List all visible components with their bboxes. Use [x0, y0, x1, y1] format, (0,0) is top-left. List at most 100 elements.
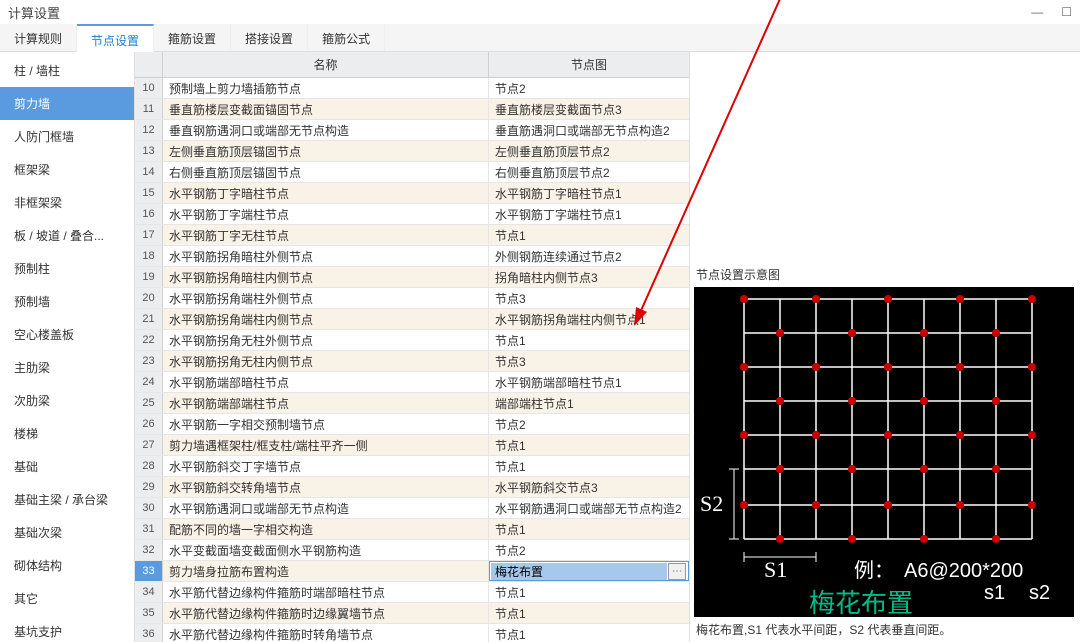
row-number: 24 — [135, 372, 163, 392]
table-row[interactable]: 29水平钢筋斜交转角墙节点水平钢筋斜交节点3 — [135, 477, 689, 498]
sidebar-item-10[interactable]: 次肋梁 — [0, 384, 134, 417]
sidebar-item-2[interactable]: 人防门框墙 — [0, 120, 134, 153]
row-node[interactable]: 节点3 — [489, 351, 689, 371]
row-node[interactable]: 节点1 — [489, 603, 689, 623]
sidebar-item-4[interactable]: 非框架梁 — [0, 186, 134, 219]
sidebar-item-7[interactable]: 预制墙 — [0, 285, 134, 318]
table-row[interactable]: 36水平筋代替边缘构件箍筋时转角墙节点节点1 — [135, 624, 689, 642]
table-row[interactable]: 16水平钢筋丁字端柱节点水平钢筋丁字端柱节点1 — [135, 204, 689, 225]
row-node[interactable]: 节点1 — [489, 456, 689, 476]
maximize-icon[interactable]: ☐ — [1061, 5, 1072, 19]
tab-2[interactable]: 箍筋设置 — [154, 24, 231, 51]
row-node[interactable]: ⋯ — [489, 561, 689, 581]
node-input[interactable] — [491, 563, 667, 580]
row-node[interactable]: 节点3 — [489, 288, 689, 308]
row-node[interactable]: 节点1 — [489, 330, 689, 350]
sidebar-item-17[interactable]: 基坑支护 — [0, 615, 134, 642]
row-name: 水平钢筋丁字无柱节点 — [163, 225, 489, 245]
row-node[interactable]: 节点1 — [489, 435, 689, 455]
tab-3[interactable]: 搭接设置 — [231, 24, 308, 51]
row-number: 35 — [135, 603, 163, 623]
row-node[interactable]: 拐角暗柱内侧节点3 — [489, 267, 689, 287]
row-node[interactable]: 水平钢筋拐角端柱内侧节点1 — [489, 309, 689, 329]
row-number: 19 — [135, 267, 163, 287]
table-row[interactable]: 17水平钢筋丁字无柱节点节点1 — [135, 225, 689, 246]
table-row[interactable]: 19水平钢筋拐角暗柱内侧节点拐角暗柱内侧节点3 — [135, 267, 689, 288]
row-node[interactable]: 节点1 — [489, 225, 689, 245]
row-number: 29 — [135, 477, 163, 497]
table-row[interactable]: 24水平钢筋端部暗柱节点水平钢筋端部暗柱节点1 — [135, 372, 689, 393]
table-row[interactable]: 26水平钢筋一字相交预制墙节点节点2 — [135, 414, 689, 435]
table-row[interactable]: 25水平钢筋端部端柱节点端部端柱节点1 — [135, 393, 689, 414]
sidebar: 柱 / 墙柱剪力墙人防门框墙框架梁非框架梁板 / 坡道 / 叠合...预制柱预制… — [0, 52, 135, 642]
sidebar-item-16[interactable]: 其它 — [0, 582, 134, 615]
row-number: 21 — [135, 309, 163, 329]
row-node[interactable]: 节点1 — [489, 519, 689, 539]
label-big: 梅花布置 — [809, 588, 913, 617]
row-node[interactable]: 水平钢筋端部暗柱节点1 — [489, 372, 689, 392]
title-bar: 计算设置 — ☐ — [0, 0, 1080, 24]
row-node[interactable]: 端部端柱节点1 — [489, 393, 689, 413]
table-row[interactable]: 30水平钢筋遇洞口或端部无节点构造水平钢筋遇洞口或端部无节点构造2 — [135, 498, 689, 519]
sidebar-item-6[interactable]: 预制柱 — [0, 252, 134, 285]
sidebar-item-15[interactable]: 砌体结构 — [0, 549, 134, 582]
sidebar-item-14[interactable]: 基础次梁 — [0, 516, 134, 549]
table-row[interactable]: 22水平钢筋拐角无柱外侧节点节点1 — [135, 330, 689, 351]
table-row[interactable]: 35水平筋代替边缘构件箍筋时边缘翼墙节点节点1 — [135, 603, 689, 624]
row-node[interactable]: 水平钢筋丁字端柱节点1 — [489, 204, 689, 224]
sidebar-item-13[interactable]: 基础主梁 / 承台梁 — [0, 483, 134, 516]
table-row[interactable]: 34水平筋代替边缘构件箍筋时端部暗柱节点节点1 — [135, 582, 689, 603]
row-node[interactable]: 左侧垂直筋顶层节点2 — [489, 141, 689, 161]
table-row[interactable]: 13左侧垂直筋顶层锚固节点左侧垂直筋顶层节点2 — [135, 141, 689, 162]
table-row[interactable]: 18水平钢筋拐角暗柱外侧节点外侧钢筋连续通过节点2 — [135, 246, 689, 267]
row-name: 水平钢筋拐角暗柱内侧节点 — [163, 267, 489, 287]
row-node[interactable]: 节点1 — [489, 624, 689, 642]
tab-0[interactable]: 计算规则 — [0, 24, 77, 51]
sidebar-item-9[interactable]: 主肋梁 — [0, 351, 134, 384]
row-node[interactable]: 节点2 — [489, 78, 689, 98]
row-node[interactable]: 水平钢筋丁字暗柱节点1 — [489, 183, 689, 203]
sidebar-item-0[interactable]: 柱 / 墙柱 — [0, 54, 134, 87]
table-row[interactable]: 31配筋不同的墙一字相交构造节点1 — [135, 519, 689, 540]
table-row[interactable]: 21水平钢筋拐角端柱内侧节点水平钢筋拐角端柱内侧节点1 — [135, 309, 689, 330]
more-icon[interactable]: ⋯ — [668, 563, 686, 580]
sidebar-item-5[interactable]: 板 / 坡道 / 叠合... — [0, 219, 134, 252]
row-node[interactable]: 节点2 — [489, 540, 689, 560]
table-row[interactable]: 15水平钢筋丁字暗柱节点水平钢筋丁字暗柱节点1 — [135, 183, 689, 204]
table-row[interactable]: 10预制墙上剪力墙插筋节点节点2 — [135, 78, 689, 99]
table-row[interactable]: 32水平变截面墙变截面侧水平钢筋构造节点2 — [135, 540, 689, 561]
row-number: 16 — [135, 204, 163, 224]
row-node[interactable]: 垂直筋楼层变截面节点3 — [489, 99, 689, 119]
tab-4[interactable]: 箍筋公式 — [308, 24, 385, 51]
table-row[interactable]: 28水平钢筋斜交丁字墙节点节点1 — [135, 456, 689, 477]
row-number: 14 — [135, 162, 163, 182]
sidebar-item-12[interactable]: 基础 — [0, 450, 134, 483]
table-row[interactable]: 27剪力墙遇框架柱/框支柱/端柱平齐一侧节点1 — [135, 435, 689, 456]
label-sub-s1: s1 — [984, 582, 1005, 604]
table-row[interactable]: 14右侧垂直筋顶层锚固节点右侧垂直筋顶层节点2 — [135, 162, 689, 183]
table-row[interactable]: 33剪力墙身拉筋布置构造⋯ — [135, 561, 689, 582]
table-row[interactable]: 12垂直钢筋遇洞口或端部无节点构造垂直筋遇洞口或端部无节点构造2 — [135, 120, 689, 141]
tab-1[interactable]: 节点设置 — [77, 24, 154, 52]
row-node[interactable]: 外侧钢筋连续通过节点2 — [489, 246, 689, 266]
table-body[interactable]: 10预制墙上剪力墙插筋节点节点211垂直筋楼层变截面锚固节点垂直筋楼层变截面节点… — [135, 78, 689, 642]
row-node[interactable]: 节点1 — [489, 582, 689, 602]
sidebar-item-8[interactable]: 空心楼盖板 — [0, 318, 134, 351]
sidebar-item-11[interactable]: 楼梯 — [0, 417, 134, 450]
row-node[interactable]: 水平钢筋遇洞口或端部无节点构造2 — [489, 498, 689, 518]
row-number: 25 — [135, 393, 163, 413]
row-node[interactable]: 节点2 — [489, 414, 689, 434]
table-row[interactable]: 20水平钢筋拐角端柱外侧节点节点3 — [135, 288, 689, 309]
row-node[interactable]: 垂直筋遇洞口或端部无节点构造2 — [489, 120, 689, 140]
table-row[interactable]: 11垂直筋楼层变截面锚固节点垂直筋楼层变截面节点3 — [135, 99, 689, 120]
diagram-title: 节点设置示意图 — [694, 262, 1076, 287]
row-number: 32 — [135, 540, 163, 560]
sidebar-item-3[interactable]: 框架梁 — [0, 153, 134, 186]
table-row[interactable]: 23水平钢筋拐角无柱内侧节点节点3 — [135, 351, 689, 372]
row-node[interactable]: 右侧垂直筋顶层节点2 — [489, 162, 689, 182]
sidebar-item-1[interactable]: 剪力墙 — [0, 87, 134, 120]
label-sub-s2: s2 — [1029, 582, 1050, 604]
row-name: 水平钢筋拐角无柱内侧节点 — [163, 351, 489, 371]
minimize-icon[interactable]: — — [1031, 5, 1043, 19]
row-node[interactable]: 水平钢筋斜交节点3 — [489, 477, 689, 497]
